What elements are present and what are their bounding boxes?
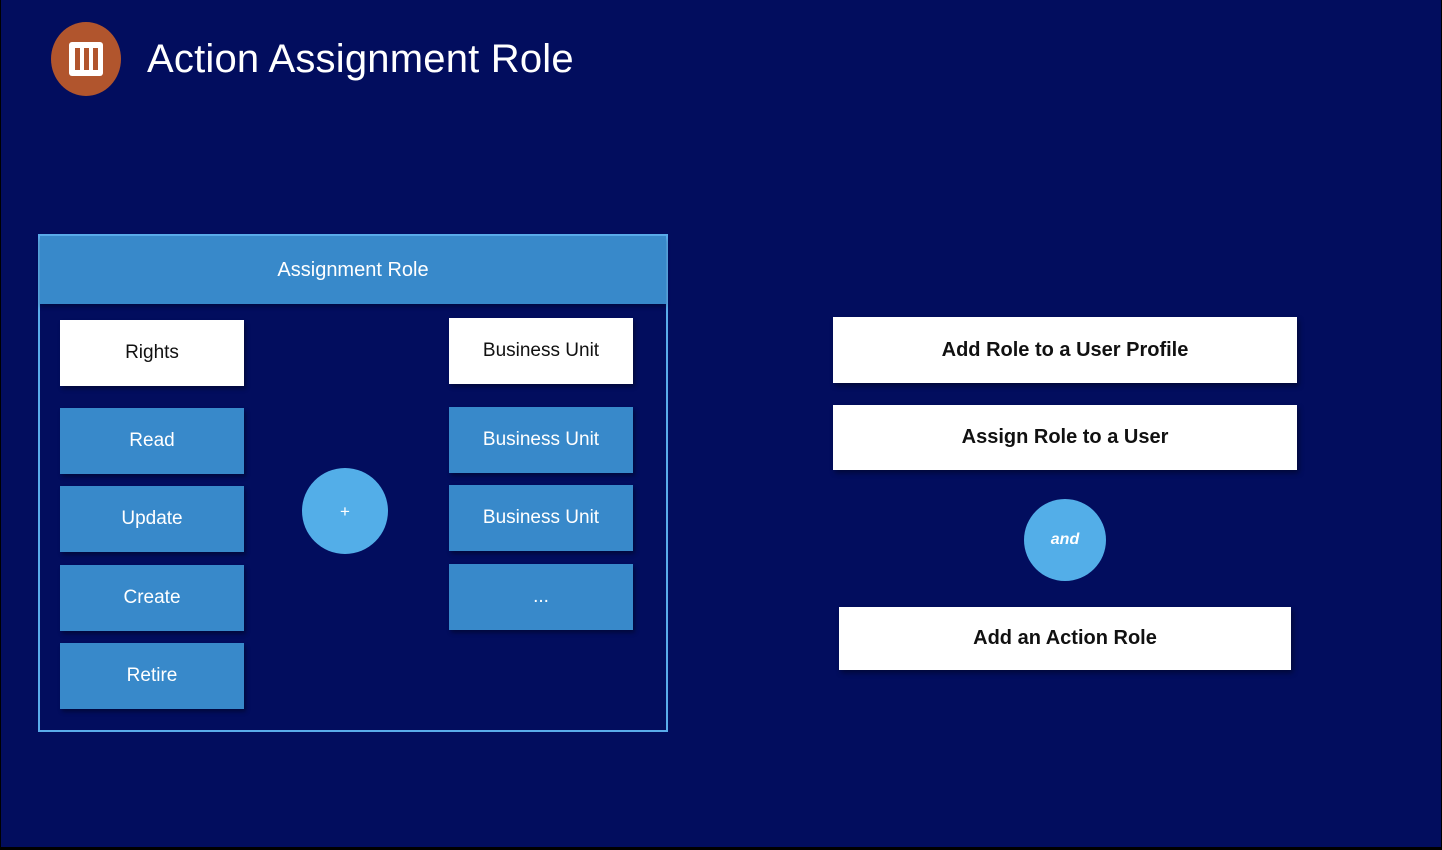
and-connector-badge: and xyxy=(1024,499,1106,581)
plus-operator-label: + xyxy=(340,501,350,521)
right-item-read[interactable]: Read xyxy=(60,408,244,474)
rights-heading-label: Rights xyxy=(125,342,179,363)
right-item-retire[interactable]: Retire xyxy=(60,643,244,709)
right-item-create-label: Create xyxy=(123,587,181,608)
slide-canvas: Action Assignment Role Assignment Role R… xyxy=(0,0,1442,850)
right-item-retire-label: Retire xyxy=(126,665,178,686)
business-unit-item-more[interactable]: ... xyxy=(449,564,633,630)
business-unit-heading-tile: Business Unit xyxy=(449,318,633,384)
assignment-role-panel: Assignment Role Rights Read Update Creat… xyxy=(38,234,668,732)
action-step-add-action-role[interactable]: Add an Action Role xyxy=(839,607,1291,670)
right-item-read-label: Read xyxy=(129,430,175,451)
business-unit-item-2[interactable]: Business Unit xyxy=(449,485,633,551)
business-unit-item-2-label: Business Unit xyxy=(482,507,600,528)
pillar-building-icon xyxy=(51,22,121,96)
page-title: Action Assignment Role xyxy=(147,36,574,81)
and-connector-label: and xyxy=(1050,531,1080,548)
right-item-update[interactable]: Update xyxy=(60,486,244,552)
plus-operator-icon: + xyxy=(302,468,388,554)
page-header: Action Assignment Role xyxy=(51,22,574,96)
pillar-building-icon-inner xyxy=(69,42,103,76)
business-unit-heading-label: Business Unit xyxy=(482,340,600,361)
rights-heading-tile: Rights xyxy=(60,320,244,386)
right-item-create[interactable]: Create xyxy=(60,565,244,631)
action-step-assign-role-to-user-label: Assign Role to a User xyxy=(961,426,1169,448)
action-step-add-role-to-user-profile[interactable]: Add Role to a User Profile xyxy=(833,317,1297,383)
right-item-update-label: Update xyxy=(121,508,183,529)
pillar-bar-1 xyxy=(74,48,80,70)
business-unit-item-more-label: ... xyxy=(533,586,549,607)
pillar-bar-2 xyxy=(83,48,89,70)
assignment-role-panel-header: Assignment Role xyxy=(40,236,666,304)
pillar-bar-3 xyxy=(92,48,98,70)
action-step-assign-role-to-user[interactable]: Assign Role to a User xyxy=(833,405,1297,470)
business-unit-item-1[interactable]: Business Unit xyxy=(449,407,633,473)
action-step-add-action-role-label: Add an Action Role xyxy=(973,627,1157,649)
assignment-role-panel-title: Assignment Role xyxy=(277,258,429,281)
business-unit-item-1-label: Business Unit xyxy=(482,429,600,450)
action-step-add-role-to-user-profile-label: Add Role to a User Profile xyxy=(941,338,1189,361)
